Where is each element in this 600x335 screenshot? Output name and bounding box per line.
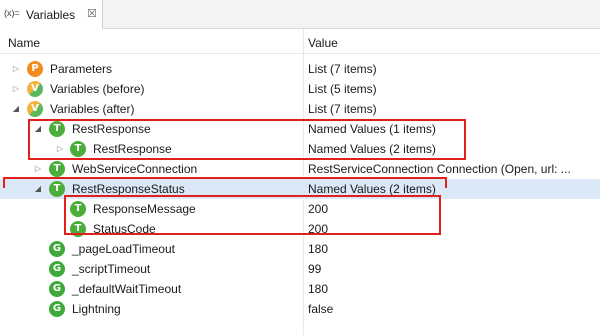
tab-variables-label: Variables: [26, 8, 76, 22]
row-name: RestResponse: [93, 142, 172, 156]
row-name: _defaultWaitTimeout: [72, 282, 182, 296]
variable-type-icon: T: [70, 221, 86, 237]
global-variable-icon: G: [49, 261, 65, 277]
row-value: List (5 items): [308, 82, 377, 96]
row-name: RestResponseStatus: [72, 182, 185, 196]
row-name: WebServiceConnection: [72, 162, 198, 176]
expand-arrow-icon[interactable]: ▷: [11, 64, 21, 74]
row-name: _scriptTimeout: [72, 262, 151, 276]
expand-arrow-icon[interactable]: ▷: [55, 144, 65, 154]
global-variable-icon: G: [49, 301, 65, 317]
parameters-icon: P: [27, 61, 43, 77]
global-variable-icon: G: [49, 281, 65, 297]
row-name: _pageLoadTimeout: [72, 242, 175, 256]
collapse-arrow-icon[interactable]: ◢: [33, 184, 43, 194]
row-name: RestResponse: [72, 122, 151, 136]
row-name: Lightning: [72, 302, 121, 316]
expand-arrow-icon[interactable]: ▷: [33, 164, 43, 174]
row-value: Named Values (2 items): [308, 182, 436, 196]
row-value: 180: [308, 282, 329, 296]
collapse-arrow-icon[interactable]: ◢: [33, 124, 43, 134]
variables-after-icon: V: [27, 101, 43, 117]
tab-variables[interactable]: (x)= Variables ☒: [0, 0, 103, 29]
row-name: StatusCode: [93, 222, 156, 236]
expand-arrow-icon[interactable]: ▷: [11, 84, 21, 94]
tree-row-responsemessage[interactable]: T ResponseMessage 200: [0, 199, 600, 219]
row-value: 200: [308, 222, 329, 236]
row-name: Variables (before): [50, 82, 145, 96]
row-value: 180: [308, 242, 329, 256]
tree-row-statuscode[interactable]: T StatusCode 200: [0, 219, 600, 239]
collapse-arrow-icon[interactable]: ◢: [11, 104, 21, 114]
row-value: 200: [308, 202, 329, 216]
variable-type-icon: T: [70, 201, 86, 217]
row-value: Named Values (2 items): [308, 142, 436, 156]
tree-row-variables-before[interactable]: ▷ V Variables (before) List (5 items): [0, 79, 600, 99]
row-value: Named Values (1 items): [308, 122, 436, 136]
row-value: RestServiceConnection Connection (Open, …: [308, 162, 571, 176]
tree-row-webserviceconnection[interactable]: ▷ T WebServiceConnection RestServiceConn…: [0, 159, 600, 179]
tree-row-lightning[interactable]: G Lightning false: [0, 299, 600, 319]
tree-row-restresponsestatus[interactable]: ◢ T RestResponseStatus Named Values (2 i…: [0, 179, 600, 199]
variable-type-icon: T: [49, 181, 65, 197]
row-value: false: [308, 302, 334, 316]
column-divider[interactable]: [303, 29, 304, 54]
tree-row-parameters[interactable]: ▷ P Parameters List (7 items): [0, 59, 600, 79]
variables-before-icon: V: [27, 81, 43, 97]
row-value: List (7 items): [308, 102, 377, 116]
column-header-name[interactable]: Name: [8, 36, 40, 50]
tree-row-variables-after[interactable]: ◢ V Variables (after) List (7 items): [0, 99, 600, 119]
column-header: Name Value: [0, 29, 600, 54]
global-variable-icon: G: [49, 241, 65, 257]
close-icon[interactable]: ☒: [87, 7, 97, 20]
tree-row-restresponse[interactable]: ◢ T RestResponse Named Values (1 items): [0, 119, 600, 139]
row-name: ResponseMessage: [93, 202, 196, 216]
tree-row-pageloadtimeout[interactable]: G _pageLoadTimeout 180: [0, 239, 600, 259]
variable-type-icon: T: [70, 141, 86, 157]
variables-view-icon: (x)=: [4, 8, 20, 19]
tree-row-defaultwaittimeout[interactable]: G _defaultWaitTimeout 180: [0, 279, 600, 299]
row-name: Parameters: [50, 62, 113, 76]
variable-type-icon: T: [49, 161, 65, 177]
column-header-value[interactable]: Value: [308, 36, 338, 50]
variable-type-icon: T: [49, 121, 65, 137]
tree-row-scripttimeout[interactable]: G _scriptTimeout 99: [0, 259, 600, 279]
view-tab-bar: (x)= Variables ☒: [0, 0, 600, 29]
row-value: List (7 items): [308, 62, 377, 76]
tree-row-restresponse-child[interactable]: ▷ T RestResponse Named Values (2 items): [0, 139, 600, 159]
row-value: 99: [308, 262, 322, 276]
row-name: Variables (after): [50, 102, 135, 116]
